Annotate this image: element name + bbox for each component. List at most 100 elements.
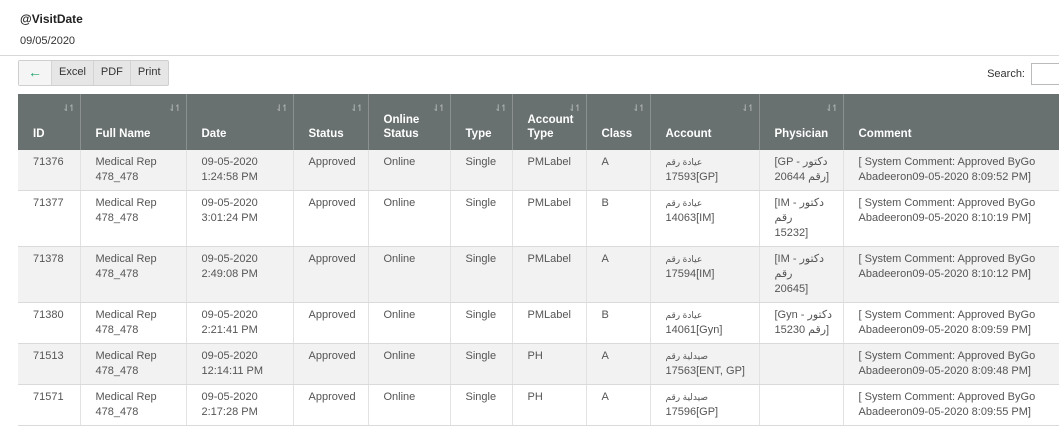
cell-class: B <box>586 190 651 247</box>
table-row[interactable]: 71377 Medical Rep 478_478 09-05-2020 3:01… <box>18 190 1059 247</box>
table-row[interactable]: 71571 Medical Rep 478_478 09-05-2020 2:17… <box>18 384 1059 426</box>
cell-account-type: PMLabel <box>512 190 587 247</box>
cell-type: Single <box>450 343 513 385</box>
sort-icon: ⇃↿ <box>632 103 645 113</box>
column-header-date[interactable]: Date ⇃↿ <box>186 94 294 150</box>
cell-id: 71380 <box>18 302 81 344</box>
cell-comment: [ System Comment: Approved ByGo Abadeeron… <box>843 150 1059 191</box>
visits-table: ID ⇃↿ Full Name ⇃↿ Date ⇃↿ Status ⇃↿ Online … <box>18 94 1059 426</box>
cell-account-type: PMLabel <box>512 246 587 303</box>
cell-account: صيدلية رقم 17596[GP] <box>650 384 760 426</box>
cell-full-name: Medical Rep 478_478 <box>80 343 187 385</box>
column-header-online-status[interactable]: Online Status ⇃↿ <box>368 94 451 150</box>
cell-type: Single <box>450 190 513 247</box>
sort-icon: ⇃↿ <box>741 103 754 113</box>
cell-status: Approved <box>293 150 369 191</box>
column-header-comment[interactable]: Comment <box>843 94 1059 150</box>
print-button[interactable]: Print <box>131 61 168 85</box>
cell-physician: [IM - دكتور رقم 20645] <box>759 246 844 303</box>
cell-online-status: Online <box>368 246 451 303</box>
search-label: Search: <box>987 68 1025 80</box>
cell-online-status: Online <box>368 190 451 247</box>
cell-full-name: Medical Rep 478_478 <box>80 190 187 247</box>
table-row[interactable]: 71376 Medical Rep 478_478 09-05-2020 1:24… <box>18 150 1059 191</box>
column-header-class[interactable]: Class ⇃↿ <box>586 94 651 150</box>
cell-status: Approved <box>293 384 369 426</box>
cell-online-status: Online <box>368 150 451 191</box>
export-toolbar: ← Excel PDF Print <box>18 60 169 86</box>
cell-online-status: Online <box>368 302 451 344</box>
cell-physician: [IM - دكتور رقم 15232] <box>759 190 844 247</box>
cell-account-type: PH <box>512 343 587 385</box>
cell-class: A <box>586 150 651 191</box>
cell-id: 71571 <box>18 384 81 426</box>
cell-physician: [Gyn - دكتور رقم 15230] <box>759 302 844 344</box>
sort-icon: ⇃↿ <box>825 103 838 113</box>
sort-icon: ⇃↿ <box>432 103 445 113</box>
sort-icon: ⇃↿ <box>350 103 363 113</box>
table-row[interactable]: 71378 Medical Rep 478_478 09-05-2020 2:49… <box>18 246 1059 303</box>
column-header-account-type[interactable]: Account Type ⇃↿ <box>512 94 587 150</box>
cell-full-name: Medical Rep 478_478 <box>80 302 187 344</box>
parameter-panel: @VisitDate 09/05/2020 <box>0 0 1059 56</box>
cell-comment: [ System Comment: Approved ByGo Abadeeron… <box>843 302 1059 344</box>
cell-type: Single <box>450 150 513 191</box>
table-header-row: ID ⇃↿ Full Name ⇃↿ Date ⇃↿ Status ⇃↿ Online … <box>18 94 1059 150</box>
column-header-full-name[interactable]: Full Name ⇃↿ <box>80 94 187 150</box>
cell-comment: [ System Comment: Approved ByGo Abadeeron… <box>843 190 1059 247</box>
cell-full-name: Medical Rep 478_478 <box>80 246 187 303</box>
cell-type: Single <box>450 246 513 303</box>
cell-id: 71376 <box>18 150 81 191</box>
column-header-id[interactable]: ID ⇃↿ <box>18 94 81 150</box>
column-header-type[interactable]: Type ⇃↿ <box>450 94 513 150</box>
sort-icon: ⇃↿ <box>568 103 581 113</box>
cell-full-name: Medical Rep 478_478 <box>80 384 187 426</box>
cell-account: عيادة رقم 17593[GP] <box>650 150 760 191</box>
cell-class: A <box>586 343 651 385</box>
cell-comment: [ System Comment: Approved ByGo Abadeeron… <box>843 343 1059 385</box>
sort-icon: ⇃↿ <box>494 103 507 113</box>
parameter-value: 09/05/2020 <box>20 35 76 47</box>
cell-comment: [ System Comment: Approved ByGo Abadeeron… <box>843 384 1059 426</box>
sort-asc-icon: ⇃↿ <box>62 103 75 113</box>
excel-button[interactable]: Excel <box>52 61 94 85</box>
cell-account: عيادة رقم 14063[IM] <box>650 190 760 247</box>
cell-online-status: Online <box>368 343 451 385</box>
parameter-title: @VisitDate <box>20 12 83 26</box>
cell-date: 09-05-2020 2:17:28 PM <box>186 384 294 426</box>
cell-account: عيادة رقم 17594[IM] <box>650 246 760 303</box>
table-row[interactable]: 71380 Medical Rep 478_478 09-05-2020 2:21… <box>18 302 1059 344</box>
cell-physician <box>759 384 844 426</box>
column-header-physician[interactable]: Physician ⇃↿ <box>759 94 844 150</box>
cell-account: عيادة رقم 14061[Gyn] <box>650 302 760 344</box>
cell-date: 09-05-2020 2:49:08 PM <box>186 246 294 303</box>
cell-account-type: PH <box>512 384 587 426</box>
cell-account-type: PMLabel <box>512 302 587 344</box>
cell-type: Single <box>450 384 513 426</box>
cell-comment: [ System Comment: Approved ByGo Abadeeron… <box>843 246 1059 303</box>
search-input[interactable] <box>1031 63 1059 85</box>
cell-id: 71378 <box>18 246 81 303</box>
column-header-status[interactable]: Status ⇃↿ <box>293 94 369 150</box>
cell-date: 09-05-2020 1:24:58 PM <box>186 150 294 191</box>
back-arrow-icon[interactable]: ← <box>19 61 52 85</box>
cell-account-type: PMLabel <box>512 150 587 191</box>
cell-online-status: Online <box>368 384 451 426</box>
cell-id: 71513 <box>18 343 81 385</box>
cell-class: A <box>586 246 651 303</box>
cell-class: B <box>586 302 651 344</box>
column-header-account[interactable]: Account ⇃↿ <box>650 94 760 150</box>
cell-class: A <box>586 384 651 426</box>
pdf-button[interactable]: PDF <box>94 61 131 85</box>
cell-date: 09-05-2020 3:01:24 PM <box>186 190 294 247</box>
cell-status: Approved <box>293 190 369 247</box>
search-box: Search: <box>987 63 1059 85</box>
cell-type: Single <box>450 302 513 344</box>
table-row[interactable]: 71513 Medical Rep 478_478 09-05-2020 12:1… <box>18 343 1059 385</box>
cell-physician <box>759 343 844 385</box>
cell-account: صيدلية رقم 17563[ENT, GP] <box>650 343 760 385</box>
sort-icon: ⇃↿ <box>168 103 181 113</box>
cell-status: Approved <box>293 343 369 385</box>
cell-id: 71377 <box>18 190 81 247</box>
cell-status: Approved <box>293 246 369 303</box>
